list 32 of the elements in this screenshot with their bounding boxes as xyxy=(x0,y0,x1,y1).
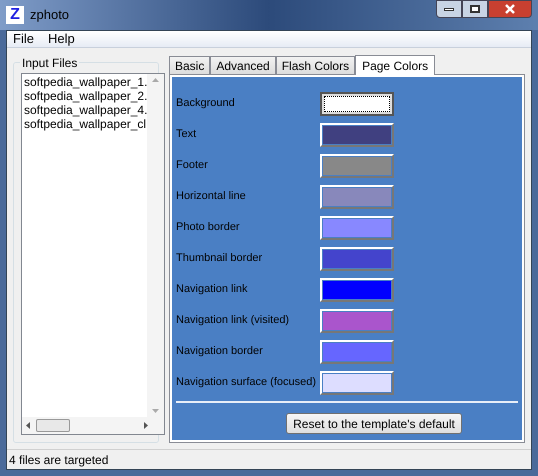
filename-entry[interactable]: softpedia_wallpaper_cl xyxy=(24,117,148,131)
color-label: Background xyxy=(176,96,236,112)
tab[interactable]: Basic xyxy=(169,56,210,74)
filename-entry[interactable]: softpedia_wallpaper_2. xyxy=(24,89,148,103)
status-bar: 4 files are targeted xyxy=(7,449,531,469)
close-icon xyxy=(505,4,515,14)
color-label: Navigation surface (focused) xyxy=(176,375,318,390)
color-label: Text xyxy=(176,127,198,142)
left-arrow-icon[interactable] xyxy=(26,422,30,429)
filename-entry[interactable]: softpedia_wallpaper_4. xyxy=(24,103,148,117)
color-label: Photo border xyxy=(176,220,241,236)
minimize-button[interactable] xyxy=(436,0,462,18)
tab[interactable]: Page Colors xyxy=(355,55,436,75)
app-logo: Z xyxy=(6,6,24,24)
menu-item[interactable]: File xyxy=(13,29,34,49)
color-swatch-button[interactable] xyxy=(320,92,394,116)
close-button[interactable] xyxy=(488,0,532,18)
right-arrow-icon[interactable] xyxy=(144,422,148,429)
window-title: zphoto xyxy=(30,6,70,24)
maximize-button[interactable] xyxy=(462,0,488,18)
color-label: Thumbnail border xyxy=(176,251,264,266)
color-label: Navigation link (visited) xyxy=(176,313,290,328)
reset-button[interactable]: Reset to the template's default xyxy=(286,413,462,434)
color-label: Horizontal line xyxy=(176,189,247,204)
filename-entry[interactable]: softpedia_wallpaper_1. xyxy=(24,75,148,89)
color-label: Navigation link xyxy=(176,282,249,298)
menu-item[interactable]: Help xyxy=(48,29,75,49)
scroll-thumb[interactable] xyxy=(36,419,70,432)
tab[interactable]: Advanced xyxy=(210,56,276,74)
color-label: Footer xyxy=(176,158,209,174)
tab[interactable]: Flash Colors xyxy=(276,56,356,74)
color-label: Navigation border xyxy=(176,344,264,360)
